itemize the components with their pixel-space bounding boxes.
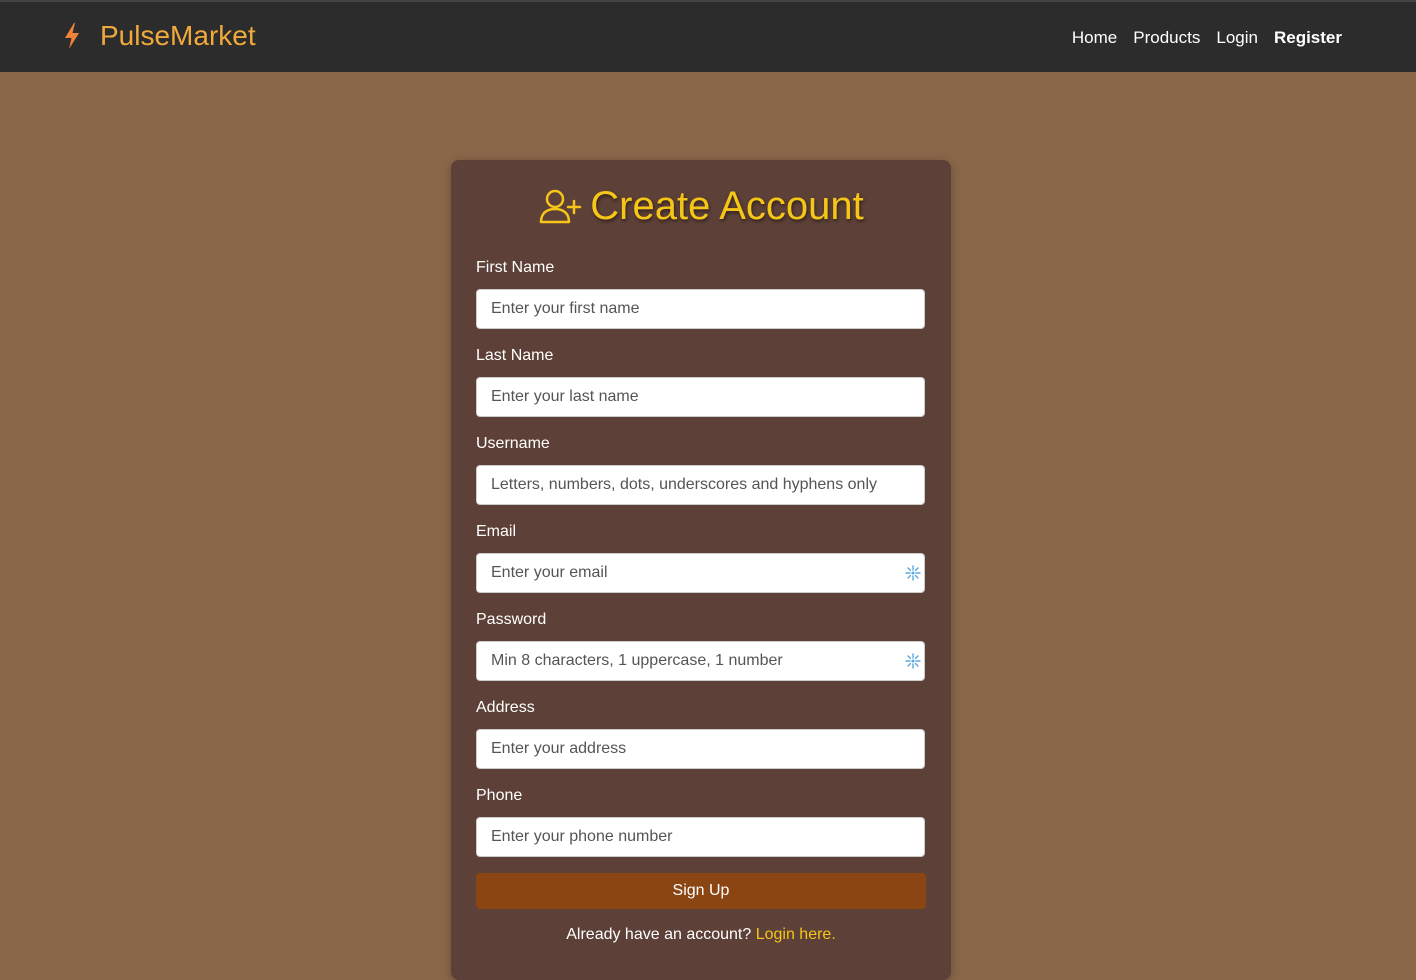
address-input[interactable] <box>476 729 925 769</box>
nav-login[interactable]: Login <box>1216 28 1258 48</box>
last-name-group: Last Name <box>476 346 925 417</box>
top-navbar: PulseMarket Home Products Login Register <box>0 0 1416 72</box>
page-title-text: Create Account <box>590 184 864 228</box>
main-nav: Home Products Login Register <box>1072 28 1342 48</box>
nav-products[interactable]: Products <box>1133 28 1200 48</box>
brand-name: PulseMarket <box>100 20 256 51</box>
email-input[interactable] <box>476 553 925 593</box>
nav-register[interactable]: Register <box>1274 28 1342 48</box>
login-prompt: Already have an account? Login here. <box>451 926 951 944</box>
last-name-label: Last Name <box>476 347 554 364</box>
phone-input[interactable] <box>476 817 925 857</box>
password-label: Password <box>476 611 547 628</box>
first-name-label: First Name <box>476 259 555 276</box>
login-prompt-text: Already have an account? <box>566 926 752 943</box>
password-group: Password <box>476 610 925 681</box>
page-title: Create Account <box>451 184 951 229</box>
sparkle-icon[interactable] <box>904 652 922 670</box>
login-here-link[interactable]: Login here. <box>756 926 836 943</box>
sparkle-icon[interactable] <box>904 564 922 582</box>
address-group: Address <box>476 698 925 769</box>
phone-group: Phone <box>476 786 925 857</box>
brand[interactable]: PulseMarket <box>60 18 256 54</box>
sign-up-button[interactable]: Sign Up <box>476 873 926 909</box>
first-name-group: First Name <box>476 258 925 329</box>
email-group: Email <box>476 522 925 593</box>
phone-label: Phone <box>476 787 523 804</box>
username-group: Username <box>476 434 925 505</box>
address-label: Address <box>476 699 535 716</box>
nav-home[interactable]: Home <box>1072 28 1117 48</box>
last-name-input[interactable] <box>476 377 925 417</box>
user-plus-icon <box>538 185 582 229</box>
lightning-bolt-icon <box>60 20 84 52</box>
password-input[interactable] <box>476 641 925 681</box>
register-card: Create Account First Name Last Name User… <box>451 160 951 980</box>
username-input[interactable] <box>476 465 925 505</box>
username-label: Username <box>476 435 550 452</box>
email-label: Email <box>476 523 517 540</box>
first-name-input[interactable] <box>476 289 925 329</box>
